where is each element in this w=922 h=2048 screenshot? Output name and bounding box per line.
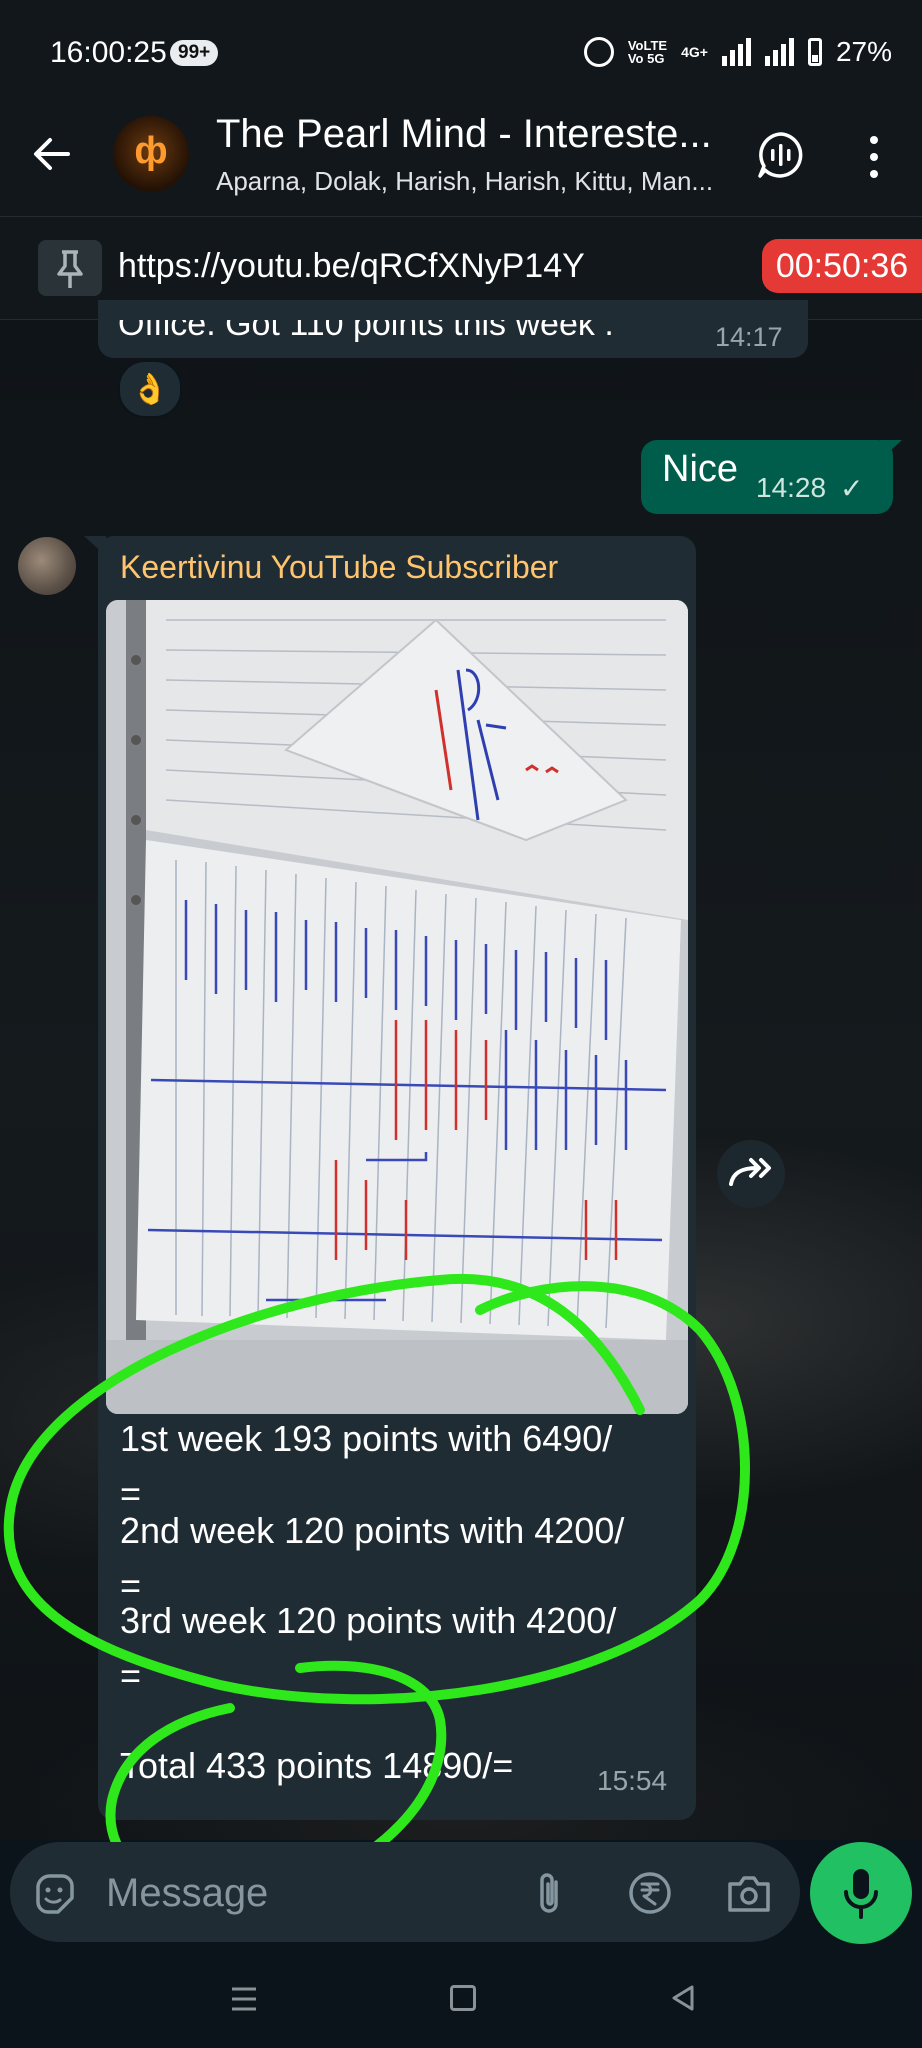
incoming-bubble-tail xyxy=(84,536,106,556)
ongoing-call-timer[interactable]: 00:50:36 xyxy=(762,239,922,293)
home-icon[interactable] xyxy=(450,1985,476,2011)
nav-back-icon[interactable] xyxy=(668,1983,698,2013)
forward-icon xyxy=(729,1158,771,1186)
battery-icon xyxy=(807,38,822,66)
outgoing-message-time: 14:28 xyxy=(756,472,827,503)
recent-apps-icon[interactable] xyxy=(230,1986,258,2012)
status-time: 16:00:25 xyxy=(50,36,167,69)
notebook-photo[interactable] xyxy=(106,600,688,1414)
alarm-icon xyxy=(583,37,614,67)
chat-title[interactable]: The Pearl Mind - Intereste... xyxy=(216,112,716,157)
outgoing-bubble-tail xyxy=(880,440,902,460)
signal-icon xyxy=(721,38,751,66)
voice-chat-icon[interactable] xyxy=(756,130,806,180)
status-indicators: VoLTE Vo 5G 4G+ 27% xyxy=(583,36,892,68)
pin-icon xyxy=(38,240,102,296)
partial-message-clip: Office. Got 110 points this week . xyxy=(98,320,798,358)
partial-message-time: 14:17 xyxy=(715,322,783,352)
mic-button[interactable] xyxy=(810,1842,912,1944)
volte-indicator: VoLTE Vo 5G xyxy=(628,39,667,65)
forward-button[interactable] xyxy=(717,1140,785,1208)
message-line-6: = xyxy=(120,1655,142,1696)
avatar-glyph: ф xyxy=(134,130,168,172)
message-line-2: = xyxy=(120,1473,142,1514)
attach-icon[interactable] xyxy=(532,1870,566,1918)
mic-icon xyxy=(844,1869,878,1919)
image-message-time: 15:54 xyxy=(597,1765,668,1796)
ok-hand-reaction: 👌 xyxy=(131,373,169,406)
message-input[interactable] xyxy=(104,1866,488,1920)
message-line-1: 1st week 193 points with 6490/ xyxy=(120,1418,613,1459)
group-avatar[interactable]: ф xyxy=(113,116,189,192)
partial-message-text: Office. Got 110 points this week . xyxy=(118,320,614,343)
message-line-3: 2nd week 120 points with 4200/ xyxy=(120,1510,625,1551)
outgoing-message-text: Nice xyxy=(662,448,739,490)
message-line-total: Total 433 points 14890/= xyxy=(120,1745,514,1786)
reaction-badge[interactable]: 👌 xyxy=(118,360,182,418)
message-line-5: 3rd week 120 points with 4200/ xyxy=(120,1600,617,1641)
pinned-link[interactable]: https://youtu.be/qRCfXNyP14Y xyxy=(118,247,585,286)
camera-icon[interactable] xyxy=(726,1872,772,1914)
volte-bottom: Vo 5G xyxy=(627,51,665,66)
chat-members[interactable]: Aparna, Dolak, Harish, Harish, Kittu, Ma… xyxy=(216,166,728,197)
sender-name[interactable]: Keertivinu YouTube Subscriber xyxy=(120,549,558,586)
back-arrow-icon[interactable] xyxy=(30,132,74,176)
more-options-icon[interactable] xyxy=(862,132,886,182)
sent-check-icon: ✓ xyxy=(840,473,864,504)
network-type: 4G+ xyxy=(681,44,708,60)
status-bar: 16:00:25 99+ VoLTE Vo 5G 4G+ 27% xyxy=(0,0,922,108)
sticker-icon[interactable] xyxy=(32,1872,76,1916)
notification-badge: 99+ xyxy=(170,40,219,66)
signal-icon-2 xyxy=(764,38,794,66)
battery-percent: 27% xyxy=(835,36,892,67)
rupee-icon[interactable] xyxy=(627,1870,673,1916)
sender-avatar[interactable] xyxy=(18,537,76,595)
